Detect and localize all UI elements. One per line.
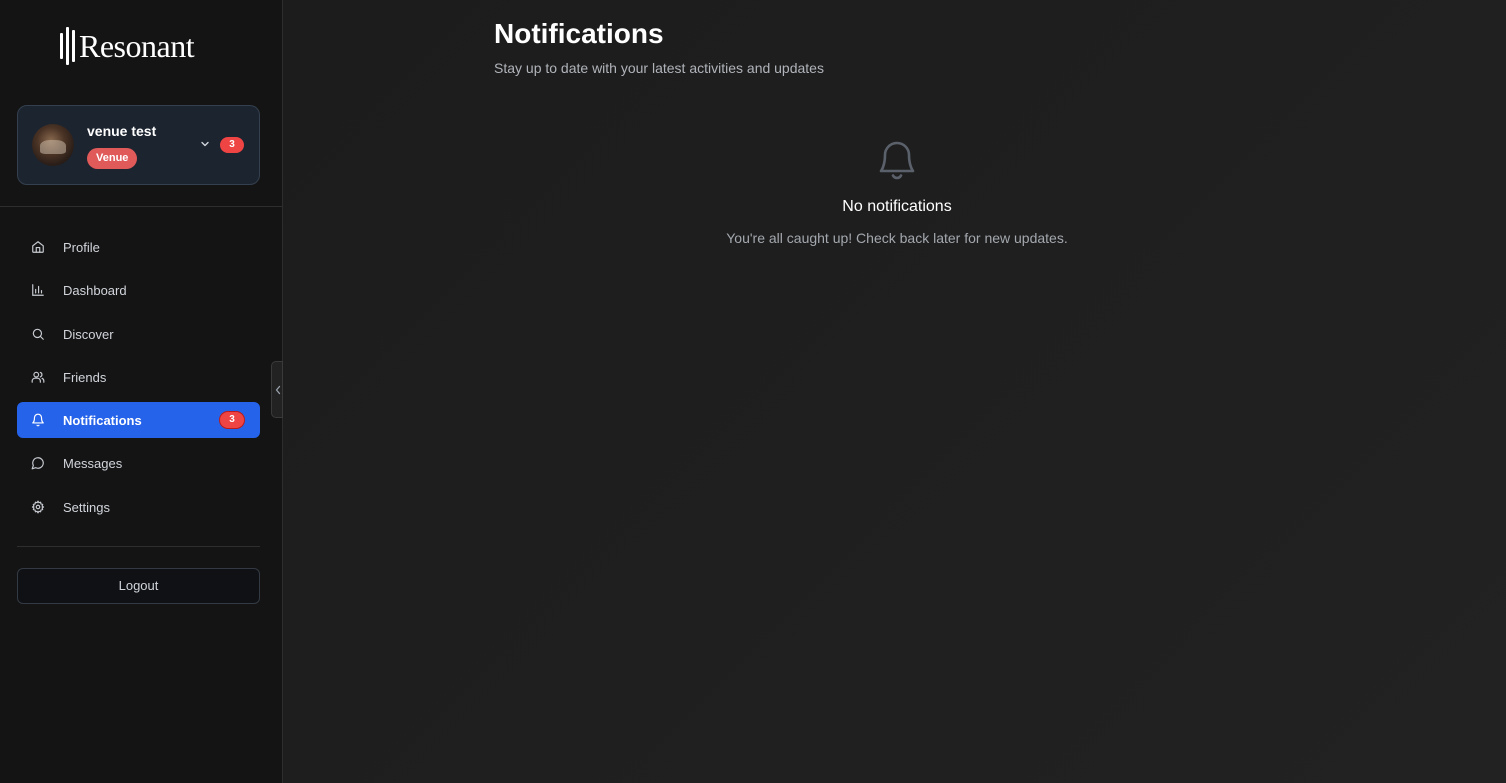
user-name: venue test [87,123,157,139]
user-account-card[interactable]: venue test Venue 3 [17,105,260,185]
sidebar-item-discover[interactable]: Discover [17,316,260,352]
sidebar-item-label: Settings [63,499,110,515]
role-badge: Venue [87,148,138,169]
sidebar-collapse-toggle[interactable] [271,361,283,418]
users-icon [31,371,45,383]
sidebar-item-settings[interactable]: Settings [17,489,260,525]
sidebar: Resonant venue test Venue 3 Profile Dash… [0,0,283,783]
logout-button[interactable]: Logout [17,568,260,604]
bell-icon [32,413,44,427]
sidebar-item-friends[interactable]: Friends [17,359,260,395]
sidebar-item-notifications[interactable]: Notifications 3 [17,402,260,439]
main-content: Notifications Stay up to date with your … [283,0,1506,783]
logo-bars-icon [60,26,75,66]
sidebar-item-profile[interactable]: Profile [17,229,260,265]
sidebar-divider [17,546,260,547]
sidebar-item-label: Messages [63,456,123,472]
sidebar-nav: Profile Dashboard Discover Friends Notif… [17,229,260,532]
page-subtitle: Stay up to date with your latest activit… [494,60,824,76]
sidebar-item-dashboard[interactable]: Dashboard [17,272,260,308]
sidebar-item-label: Discover [63,326,114,342]
chevron-down-icon[interactable] [199,138,211,150]
gear-icon [31,500,45,514]
sidebar-item-label: Dashboard [63,283,127,299]
empty-state-title: No notifications [842,198,952,215]
search-icon [32,328,44,340]
notification-count-badge: 3 [220,412,244,429]
sidebar-item-label: Profile [63,240,100,255]
sidebar-item-messages[interactable]: Messages [17,445,260,481]
home-icon [32,241,44,253]
sidebar-item-label: Friends [63,369,107,385]
sidebar-divider [0,206,282,207]
avatar [32,124,74,166]
bell-icon [879,141,915,180]
page-title: Notifications [494,18,664,49]
notification-count-badge: 3 [220,137,244,153]
sidebar-item-label: Notifications [63,413,142,429]
brand-logo[interactable]: Resonant [60,26,230,66]
bar-chart-icon [32,284,44,297]
brand-name: Resonant [79,27,195,64]
empty-state-text: You're all caught up! Check back later f… [726,230,1068,246]
message-circle-icon [31,457,44,470]
chevron-left-icon [275,385,281,395]
